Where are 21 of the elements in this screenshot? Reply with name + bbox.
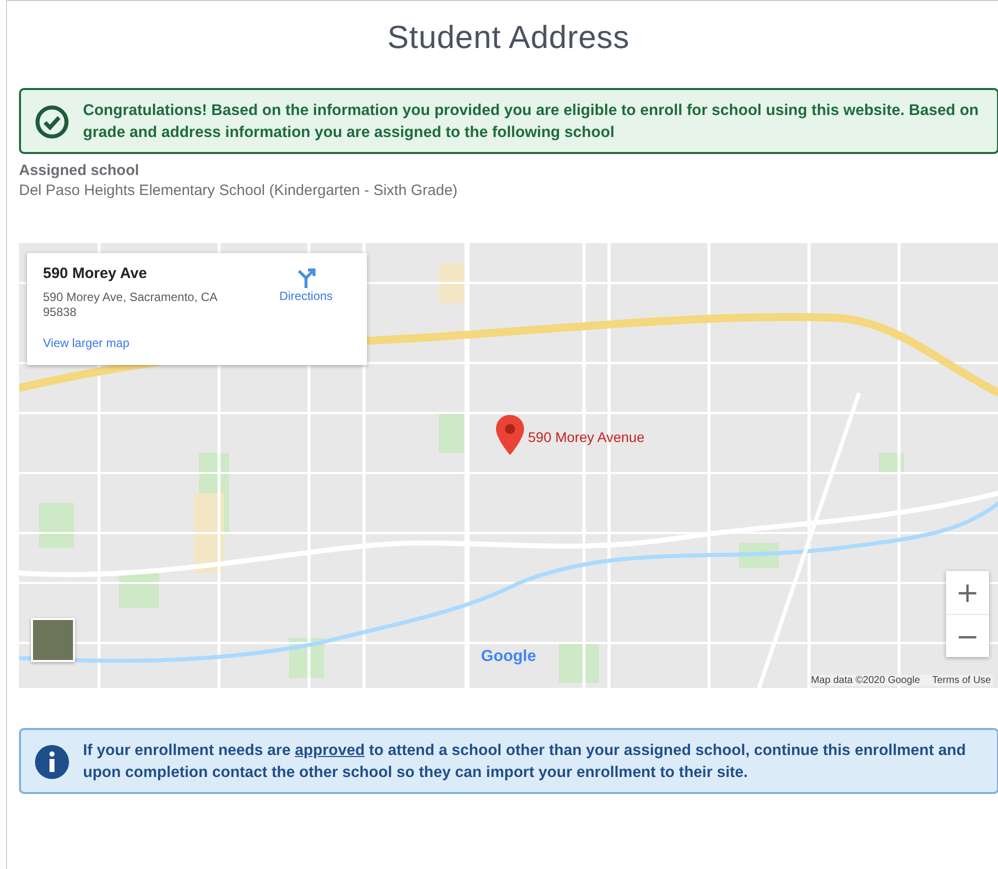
zoom-in-button[interactable]: + (946, 571, 989, 614)
directions-link[interactable]: Directions (261, 267, 351, 303)
check-circle-icon (35, 105, 69, 139)
success-message: Congratulations! Based on the information you provided you are eligible to enroll for school using this website. Based on grade and address information you are assigned to the following school (83, 101, 980, 143)
marker-label: 590 Morey Avenue (528, 429, 644, 445)
map-attribution: Map data ©2020 Google (810, 675, 920, 686)
map-pin-icon[interactable] (496, 415, 524, 455)
satellite-thumbnail[interactable] (31, 618, 75, 662)
zoom-out-button[interactable]: − (946, 614, 989, 657)
view-larger-map-link[interactable]: View larger map (43, 336, 130, 350)
place-title: 590 Morey Ave (43, 265, 148, 282)
info-icon (35, 745, 69, 779)
assigned-school-label: Assigned school (19, 162, 140, 179)
approved-link[interactable]: approved (294, 742, 365, 759)
page-title: Student Address (387, 19, 630, 56)
map-logo: Google (481, 648, 536, 666)
fork-arrow-icon (295, 267, 317, 289)
place-address: 590 Morey Ave, Sacramento, CA 95838 (43, 290, 218, 320)
info-message: If your enrollment needs are approved to attend a school other than your assigned school, continue this enrollment and upon completion contact the other school so they can import your enrollment to their site. (83, 741, 967, 783)
assigned-school-value: Del Paso Heights Elementary School (Kindergarten - Sixth Grade) (19, 182, 459, 199)
terms-link[interactable]: Terms of Use (932, 675, 991, 686)
